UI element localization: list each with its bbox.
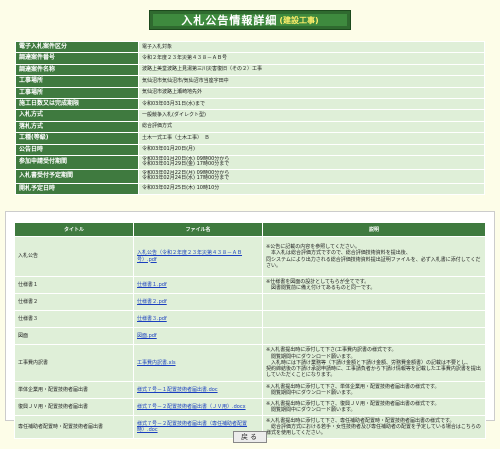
- attachment-description: [262, 293, 486, 311]
- info-row: 落札方式 総合評価方式: [15, 120, 485, 134]
- info-label: 工事場所: [15, 75, 139, 88]
- info-label: 工種(等級): [15, 132, 139, 145]
- info-row: 工事場所 気仙沼市波路上瀬崎地先外: [15, 86, 485, 99]
- info-label: 入札書受付予定期間: [15, 168, 139, 184]
- attachment-description: ※入札書提出時に添付して下さ(工事費内訳書の様式です。 閲覧期間中にダウンロード…: [262, 344, 486, 382]
- attachment-description: ※仕様書を図面の設計としてもらが全てです。 図書閲覧前に備え付けてあるものと同一…: [262, 276, 486, 294]
- info-value: 土木一式工事（土木工事） Ｂ: [138, 132, 485, 145]
- attachment-title: 専任補助者配置時・配置技術者届出書: [14, 415, 134, 439]
- col-desc-header: 説明: [262, 222, 486, 237]
- info-value: 一般競争入札(ダイレクト型): [138, 109, 485, 122]
- attachment-file-link[interactable]: 工事費内訳書.xls: [137, 360, 176, 366]
- info-value: 電子入札対象: [138, 40, 485, 54]
- info-row: 開札予定日時 令和03年02月25日(木) 10時10分: [15, 182, 485, 196]
- attachment-file-cell: 仕様書３.pdf: [133, 310, 263, 328]
- attachment-row: 工事費内訳書 工事費内訳書.xls ※入札書提出時に添付して下さ(工事費内訳書の様式…: [14, 344, 486, 382]
- col-title-header: タイトル: [14, 222, 134, 237]
- attachment-row: 仕様書３ 仕様書３.pdf: [14, 310, 486, 328]
- info-label: 落札方式: [15, 120, 139, 134]
- attachment-title: 仕様書２: [14, 293, 134, 311]
- info-value: 令和03年02月25日(木) 10時10分: [138, 182, 485, 196]
- info-label: 調達案件番号: [15, 52, 139, 65]
- info-row: 入札書受付予定期間 令和03年02月22日(月) 09時00分から 令和03年02…: [15, 168, 485, 184]
- page-title-sub: (建設工事): [279, 15, 319, 25]
- attachment-file-cell: 図面.pdf: [133, 327, 263, 345]
- attachment-row: 単体企業用・配置技術者届出書 様式７号－１配置技術者届出書.doc ※入札書提出時に…: [14, 381, 486, 399]
- info-row: 工種(等級) 土木一式工事（土木工事） Ｂ: [15, 132, 485, 145]
- info-label: 参加申請受付期間: [15, 154, 139, 170]
- attachment-title: 仕様書１: [14, 276, 134, 294]
- info-label: 開札予定日時: [15, 182, 139, 196]
- info-row: 電子入札案件区分 電子入札対象: [15, 40, 485, 54]
- info-row: 調達案件番号 令和２年度２３年災第４３８－ＡＢ号: [15, 52, 485, 65]
- attachment-file-link[interactable]: 様式７号－１配置技術者届出書.doc: [137, 387, 218, 393]
- attachment-description: ※入札書提出時に添付して下さ、専任補助者配置時・配置技術者届出書の様式です。 総…: [262, 415, 486, 439]
- info-label: 施工日数又は完成期限: [15, 97, 139, 111]
- attachment-file-cell: 仕様書２.pdf: [133, 293, 263, 311]
- attachment-file-cell: 様式７号－２配置技術者届出書（ＪＶ用）.docx: [133, 398, 263, 416]
- back-button[interactable]: 戻る: [233, 431, 267, 443]
- attachment-file-link[interactable]: 仕様書１.pdf: [137, 282, 167, 288]
- attachment-description: ※入札書提出時に添付して下さ、復興ＪＶ用・配置技術者届出書の様式です。 閲覧期間…: [262, 398, 486, 416]
- info-label: 調達案件名称: [15, 63, 139, 77]
- attachment-row: 図面 図面.pdf: [14, 327, 486, 345]
- info-value: 気仙沼市波路上瀬崎地先外: [138, 86, 485, 99]
- info-value: 令和03年01月20日(月): [138, 143, 485, 156]
- attachment-description: [262, 310, 486, 328]
- info-label: 工事場所: [15, 86, 139, 99]
- attachment-title: 単体企業用・配置技術者届出書: [14, 381, 134, 399]
- attachment-file-cell: 仕様書１.pdf: [133, 276, 263, 294]
- attachment-title: 仕様書３: [14, 310, 134, 328]
- attachment-description: ※公告に記載の内容を参照してください。 本入札は総合評価方式ですので、総合評価技…: [262, 236, 486, 277]
- attachment-description: ※入札書提出時に添付して下さ、単体企業用・配置技術者届出書の様式です。 閲覧期間…: [262, 381, 486, 399]
- case-info-table: 電子入札案件区分 電子入札対象 調達案件番号 令和２年度２３年災第４３８－ＡＢ号 調達案…: [15, 40, 485, 196]
- attachments-table: タイトル ファイル名 説明 入札公告 入札公告（令和２年度２３年災第４３８－ＡＢ号…: [14, 222, 486, 439]
- info-value: 総合評価方式: [138, 120, 485, 134]
- attachment-row: 仕様書１ 仕様書１.pdf ※仕様書を図面の設計としてもらが全てです。 図書閲覧前に…: [14, 276, 486, 294]
- info-row: 工事場所 気仙沼市気仙沼市/気仙沼市当座字田中: [15, 75, 485, 88]
- attachment-title: 図面: [14, 327, 134, 345]
- info-row: 入札方式 一般競争入札(ダイレクト型): [15, 109, 485, 122]
- attachment-row: 仕様書２ 仕様書２.pdf: [14, 293, 486, 311]
- attachment-file-link[interactable]: 仕様書３.pdf: [137, 316, 167, 322]
- attachment-file-cell: 様式７号－１配置技術者届出書.doc: [133, 381, 263, 399]
- page-title: 入札公告情報詳細 (建設工事): [153, 14, 347, 27]
- info-row: 公告日時 令和03年01月20日(月): [15, 143, 485, 156]
- attachment-file-link[interactable]: 入札公告（令和２年度２３年災第４３８－ＡＢ号）.pdf: [137, 250, 242, 262]
- attachment-title: 入札公告: [14, 236, 134, 277]
- attachment-row: 入札公告 入札公告（令和２年度２３年災第４３８－ＡＢ号）.pdf ※公告に記載の内容…: [14, 236, 486, 277]
- info-value: 令和03年01月20日(水) 09時00分から 令和03年01月29日(金) 1…: [138, 154, 485, 170]
- attachment-file-link[interactable]: 仕様書２.pdf: [137, 299, 167, 305]
- attachment-file-cell: 工事費内訳書.xls: [133, 344, 263, 382]
- attachment-title: 復興ＪＶ用・配置技術者届出書: [14, 398, 134, 416]
- info-value: 気仙沼市気仙沼市/気仙沼市当座字田中: [138, 75, 485, 88]
- info-row: 調達案件名称 波路上美堂波路上見湯第三川災害復旧（その２）工事: [15, 63, 485, 77]
- info-label: 公告日時: [15, 143, 139, 156]
- info-value: 波路上美堂波路上見湯第三川災害復旧（その２）工事: [138, 63, 485, 77]
- attachment-title: 工事費内訳書: [14, 344, 134, 382]
- attachment-file-link[interactable]: 様式７号－２配置技術者届出書（専任補助者配置時）.doc: [137, 421, 247, 433]
- page-title-main: 入札公告情報詳細: [181, 14, 278, 27]
- attachment-file-link[interactable]: 図面.pdf: [137, 333, 157, 339]
- info-value: 令和03年02月22日(月) 09時00分から 令和03年02月24日(水) 1…: [138, 168, 485, 184]
- col-file-header: ファイル名: [133, 222, 263, 237]
- info-label: 入札方式: [15, 109, 139, 122]
- info-row: 参加申請受付期間 令和03年01月20日(水) 09時00分から 令和03年01月…: [15, 154, 485, 170]
- info-label: 電子入札案件区分: [15, 40, 139, 54]
- info-row: 施工日数又は完成期限 令和03年03月31日(水)まで: [15, 97, 485, 111]
- attachment-description: [262, 327, 486, 345]
- page-title-banner: 入札公告情報詳細 (建設工事): [149, 10, 351, 30]
- info-value: 令和２年度２３年災第４３８－ＡＢ号: [138, 52, 485, 65]
- attachment-file-cell: 入札公告（令和２年度２３年災第４３８－ＡＢ号）.pdf: [133, 236, 263, 277]
- attachment-file-link[interactable]: 様式７号－２配置技術者届出書（ＪＶ用）.docx: [137, 404, 246, 410]
- info-value: 令和03年03月31日(水)まで: [138, 97, 485, 111]
- attachments-header-row: タイトル ファイル名 説明: [14, 222, 486, 237]
- attachment-row: 復興ＪＶ用・配置技術者届出書 様式７号－２配置技術者届出書（ＪＶ用）.docx ※入…: [14, 398, 486, 416]
